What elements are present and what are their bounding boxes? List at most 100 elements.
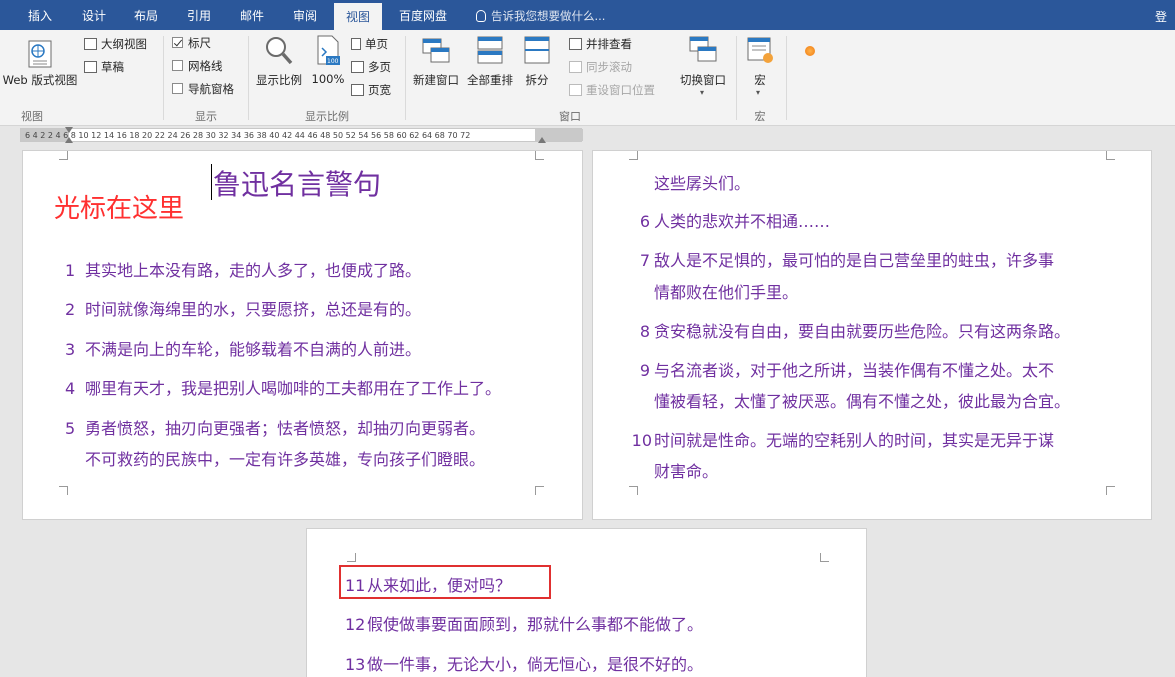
sync-scroll-icon <box>569 61 582 73</box>
arrange-all-button[interactable]: 全部重排 <box>464 34 516 87</box>
macros-icon <box>747 37 773 63</box>
tab-insert[interactable]: 插入 <box>22 0 58 30</box>
side-by-side-label: 并排查看 <box>586 37 632 51</box>
page-width-icon <box>351 84 364 96</box>
checkbox-checked-icon <box>172 37 183 48</box>
multi-page-icon <box>351 61 364 73</box>
right-indent-marker[interactable] <box>538 137 546 143</box>
page-2: 这些孱头们。 6 人类的悲欢并不相通…… 7 敌人是不足惧的，最可怕的是自己营垒里的… <box>592 150 1152 520</box>
ruler-label: 标尺 <box>188 36 211 50</box>
switch-windows-button[interactable]: 切换窗口 ▾ <box>676 34 730 97</box>
web-layout-label: Web 版式视图 <box>2 73 78 87</box>
new-window-label: 新建窗口 <box>413 73 459 87</box>
margin-corner-mark <box>535 151 544 160</box>
zoom-label: 显示比例 <box>256 73 302 87</box>
margin-corner-mark <box>1106 151 1115 160</box>
list-item[interactable]: 财害命。 <box>631 458 718 482</box>
gridlines-checkbox[interactable]: 网格线 <box>172 56 223 76</box>
list-item[interactable]: 11 从来如此，便对吗？ <box>345 572 511 596</box>
tell-me-text: 告诉我您想要做什么... <box>491 9 606 23</box>
side-by-side-button[interactable]: 并排查看 <box>569 34 632 54</box>
web-layout-button[interactable]: Web 版式视图 <box>0 34 80 87</box>
nav-pane-checkbox[interactable]: 导航窗格 <box>172 79 234 99</box>
list-item[interactable]: 这些孱头们。 <box>631 170 750 194</box>
list-item[interactable]: 12 假使做事要面面顾到，那就什么事都不能做了。 <box>345 611 703 635</box>
list-item[interactable]: 10 时间就是性命。无端的空耗别人的时间，其实是无异于谋 <box>631 427 1054 451</box>
zoom-button[interactable]: 显示比例 <box>252 34 306 87</box>
sync-scroll-button[interactable]: 同步滚动 <box>569 57 632 77</box>
switch-windows-icon <box>689 36 717 62</box>
document-title[interactable]: 鲁迅名言警句 <box>213 163 381 203</box>
page-100-icon: 100 <box>317 35 340 65</box>
list-item[interactable]: 情都败在他们手里。 <box>631 279 798 303</box>
cursor-annotation: 光标在这里 <box>54 194 185 224</box>
tab-view[interactable]: 视图 <box>334 3 382 33</box>
addin-status-icon[interactable] <box>805 46 815 56</box>
hanging-indent-marker[interactable] <box>65 137 73 143</box>
page-3: 11 从来如此，便对吗？ 12 假使做事要面面顾到，那就什么事都不能做了。 13 做一… <box>306 528 867 677</box>
arrange-all-icon <box>477 36 503 64</box>
list-item[interactable]: 6 人类的悲欢并不相通…… <box>631 208 830 232</box>
text-cursor <box>211 164 212 200</box>
list-item[interactable]: 7 敌人是不足惧的，最可怕的是自己营垒里的蛀虫，许多事 <box>631 247 1054 271</box>
group-label-window: 窗口 <box>559 110 581 123</box>
checkbox-icon <box>172 83 183 94</box>
tab-mailings[interactable]: 邮件 <box>234 0 270 30</box>
page-width-label: 页宽 <box>368 83 391 97</box>
group-label-macros: 宏 <box>754 110 766 123</box>
outline-icon <box>84 38 97 50</box>
multi-page-button[interactable]: 多页 <box>351 57 391 77</box>
lightbulb-icon <box>476 10 486 22</box>
tell-me-search[interactable]: 告诉我您想要做什么... <box>476 0 605 30</box>
one-page-label: 单页 <box>365 37 388 51</box>
ribbon-tab-bar: 插入 设计 布局 引用 邮件 审阅 视图 百度网盘 告诉我您想要做什么... 登… <box>0 0 1175 58</box>
split-button[interactable]: 拆分 <box>520 34 554 87</box>
reset-position-icon <box>569 84 582 96</box>
group-label-zoom: 显示比例 <box>305 110 349 123</box>
list-item[interactable]: 懂被看轻，太懂了被厌恶。偶有不懂之处，彼此最为合宜。 <box>631 388 1070 412</box>
new-window-button[interactable]: 新建窗口 <box>410 34 462 87</box>
checkbox-icon <box>172 60 183 71</box>
outline-label: 大纲视图 <box>101 37 147 51</box>
margin-corner-mark <box>59 486 68 495</box>
list-item[interactable]: 4 哪里有天才，我是把别人喝咖啡的工夫都用在了工作上了。 <box>65 375 501 399</box>
list-item[interactable]: 9 与名流者谈，对于他之所讲，当装作偶有不懂之处。太不 <box>631 357 1054 381</box>
tab-baidu-netdisk[interactable]: 百度网盘 <box>392 0 454 30</box>
ribbon-view: Web 版式视图 大纲视图 草稿 视图 标尺 网格线 导航窗格 显示 显示比例 … <box>0 30 1175 126</box>
list-item[interactable]: 2 时间就像海绵里的水，只要愿挤，总还是有的。 <box>65 296 421 320</box>
first-line-indent-marker[interactable] <box>65 127 73 133</box>
web-layout-icon <box>28 40 52 68</box>
list-item[interactable]: 不可救药的民族中，一定有许多英雄，专向孩子们瞪眼。 <box>65 446 485 470</box>
macros-button[interactable]: 宏 ▾ <box>742 34 778 97</box>
list-item[interactable]: 13 做一件事，无论大小，倘无恒心，是很不好的。 <box>345 651 703 675</box>
arrange-all-label: 全部重排 <box>467 73 513 87</box>
list-item[interactable]: 8 贪安稳就没有自由，要自由就要历些危险。只有这两条路。 <box>631 318 1070 342</box>
one-page-button[interactable]: 单页 <box>351 34 388 54</box>
group-label-show: 显示 <box>195 110 217 123</box>
margin-corner-mark <box>629 486 638 495</box>
list-item[interactable]: 5 勇者愤怒，抽刃向更强者；怯者愤怒，却抽刃向更弱者。 <box>65 415 485 439</box>
zoom-100-button[interactable]: 100 100% <box>309 34 347 86</box>
draft-view-button[interactable]: 草稿 <box>84 57 124 77</box>
margin-corner-mark <box>1106 486 1115 495</box>
page-width-button[interactable]: 页宽 <box>351 80 391 100</box>
list-item[interactable]: 1 其实地上本没有路，走的人多了，也便成了路。 <box>65 257 421 281</box>
tab-design[interactable]: 设计 <box>76 0 112 30</box>
ruler-numbers: 6 4 2 2 4 6 8 10 12 14 16 18 20 22 24 26… <box>25 131 471 140</box>
list-item[interactable]: 3 不满是向上的车轮，能够载着不自满的人前进。 <box>65 336 421 360</box>
one-page-icon <box>351 38 361 50</box>
macros-label: 宏 <box>754 73 766 87</box>
tab-layout[interactable]: 布局 <box>128 0 164 30</box>
group-separator <box>786 36 787 120</box>
group-separator <box>163 36 164 120</box>
horizontal-ruler[interactable]: 6 4 2 2 4 6 8 10 12 14 16 18 20 22 24 26… <box>20 128 583 142</box>
outline-view-button[interactable]: 大纲视图 <box>84 34 147 54</box>
new-window-icon <box>422 38 450 63</box>
reset-window-position-button[interactable]: 重设窗口位置 <box>569 80 655 100</box>
tab-references[interactable]: 引用 <box>181 0 217 30</box>
gridlines-label: 网格线 <box>188 59 223 73</box>
ruler-checkbox[interactable]: 标尺 <box>172 33 211 53</box>
tab-review[interactable]: 审阅 <box>287 0 323 30</box>
switch-windows-label: 切换窗口 <box>680 73 726 87</box>
dropdown-arrow-icon: ▾ <box>700 88 705 97</box>
